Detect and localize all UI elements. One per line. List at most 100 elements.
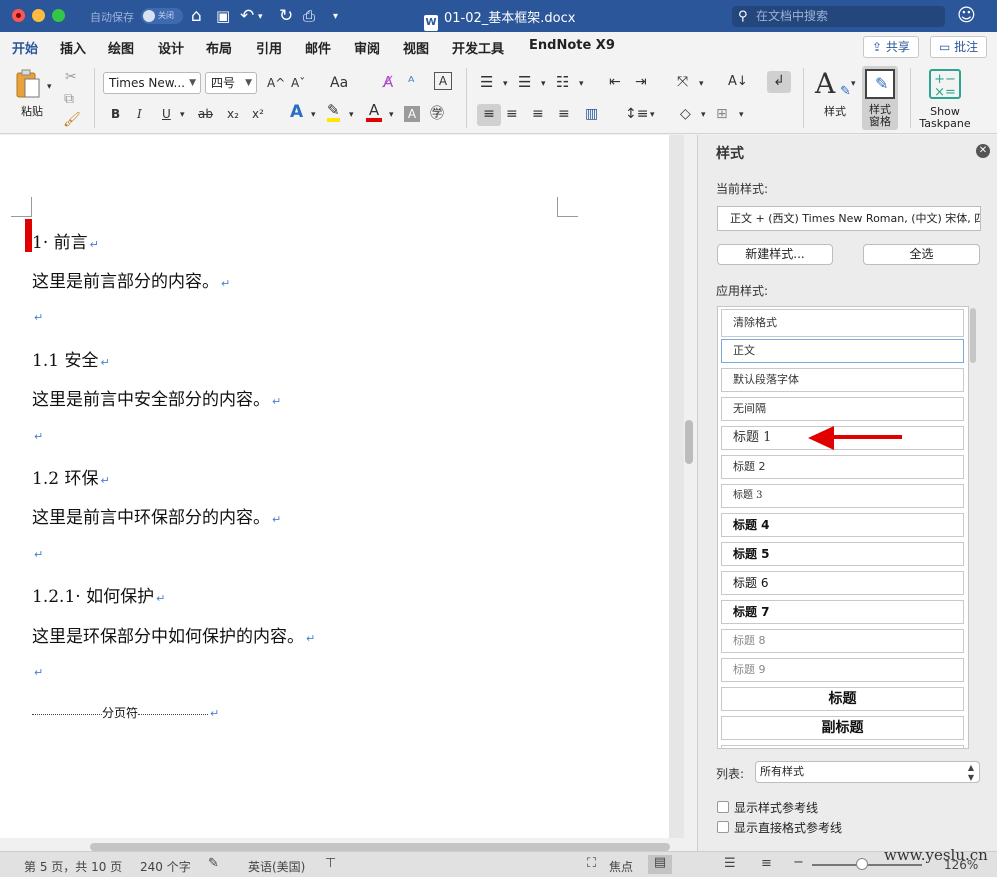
- numbering-dropdown-icon[interactable]: ▾: [541, 74, 546, 94]
- increase-indent-icon[interactable]: ⇥: [635, 72, 647, 92]
- highlight-icon[interactable]: ✎: [327, 102, 340, 122]
- print-icon[interactable]: ⎙: [303, 5, 315, 27]
- search-input[interactable]: ⚲ 在文档中搜索: [732, 6, 945, 27]
- underline-dropdown-icon[interactable]: ▾: [180, 105, 185, 125]
- comments-button[interactable]: ▭ 批注: [930, 36, 988, 58]
- distributed-icon[interactable]: ▥: [585, 104, 598, 124]
- heading-3-paragraph[interactable]: 1.2.1· 如何保护 ↵: [32, 582, 165, 607]
- style-title[interactable]: 标题: [721, 687, 964, 711]
- shading-dropdown-icon[interactable]: ▾: [701, 105, 706, 125]
- bold-button[interactable]: B: [111, 104, 120, 124]
- zoom-slider-thumb[interactable]: [856, 858, 868, 870]
- focus-icon[interactable]: ⛶: [587, 856, 596, 871]
- page-count[interactable]: 第 5 页，共 10 页: [24, 858, 122, 875]
- zoom-slider[interactable]: [812, 858, 922, 870]
- style-default-paragraph-font[interactable]: 默认段落字体: [721, 368, 964, 392]
- tab-home[interactable]: 开始: [12, 38, 39, 63]
- style-normal[interactable]: 正文: [721, 339, 964, 363]
- font-size-select[interactable]: 四号 ▼: [205, 72, 257, 94]
- font-color-dropdown-icon[interactable]: ▾: [389, 105, 394, 125]
- body-paragraph[interactable]: 这里是前言中安全部分的内容。 ↵: [32, 385, 281, 410]
- line-spacing-icon[interactable]: ↕≡: [625, 104, 648, 124]
- list-filter-select[interactable]: 所有样式 ▲ ▼: [755, 761, 980, 783]
- style-heading-4[interactable]: 标题 4: [721, 513, 964, 537]
- page-break[interactable]: 分页符 ↵: [32, 704, 219, 721]
- character-border-icon[interactable]: A: [434, 72, 452, 90]
- multilevel-dropdown-icon[interactable]: ▾: [579, 74, 584, 94]
- new-style-button[interactable]: 新建样式...: [717, 244, 833, 265]
- justify-icon[interactable]: ≡: [558, 104, 570, 124]
- enclose-characters-icon[interactable]: ㊫: [430, 104, 444, 124]
- italic-button[interactable]: I: [137, 104, 142, 124]
- format-painter-icon[interactable]: 🖌: [63, 110, 81, 130]
- bullets-dropdown-icon[interactable]: ▾: [503, 74, 508, 94]
- empty-paragraph[interactable]: ↵: [32, 661, 43, 681]
- decrease-indent-icon[interactable]: ⇤: [609, 72, 621, 92]
- style-heading-6[interactable]: 标题 6: [721, 571, 964, 595]
- character-shading-icon[interactable]: A: [404, 106, 420, 122]
- tab-developer[interactable]: 开发工具: [452, 38, 504, 57]
- tab-design[interactable]: 设计: [158, 38, 184, 57]
- redo-icon[interactable]: ↻: [279, 5, 293, 27]
- show-direct-formatting-guides-checkbox[interactable]: [717, 821, 729, 833]
- body-paragraph[interactable]: 这里是前言部分的内容。 ↵: [32, 267, 230, 292]
- paste-dropdown-icon[interactable]: ▾: [47, 77, 52, 97]
- show-style-guides-checkbox[interactable]: [717, 801, 729, 813]
- tab-references[interactable]: 引用: [256, 38, 282, 57]
- tab-layout[interactable]: 布局: [206, 38, 232, 57]
- undo-dropdown-icon[interactable]: ▾: [258, 6, 263, 28]
- select-all-button[interactable]: 全选: [863, 244, 980, 265]
- heading-1-paragraph[interactable]: 1· 前言 ↵: [32, 228, 99, 253]
- close-window-button[interactable]: [12, 9, 25, 22]
- tab-view[interactable]: 视图: [403, 38, 429, 57]
- minimize-window-button[interactable]: [32, 9, 45, 22]
- text-direction-icon[interactable]: ⤧: [677, 72, 688, 92]
- styles-gallery-icon[interactable]: A: [815, 68, 835, 100]
- save-icon[interactable]: ▣: [216, 5, 230, 27]
- copy-icon[interactable]: ⧉: [64, 89, 74, 109]
- document-vertical-scrollbar[interactable]: [685, 420, 693, 464]
- font-name-select[interactable]: Times New... ▼: [103, 72, 201, 94]
- shrink-font-button[interactable]: Aˇ: [291, 73, 305, 93]
- sort-icon[interactable]: A↓: [728, 72, 748, 92]
- grow-font-button[interactable]: A^: [267, 73, 285, 93]
- clear-formatting-icon[interactable]: A̸: [383, 72, 393, 92]
- style-heading-3[interactable]: 标题 3: [721, 484, 964, 508]
- tab-mailings[interactable]: 邮件: [305, 38, 331, 57]
- proofing-icon[interactable]: ✎: [208, 856, 219, 871]
- body-paragraph[interactable]: 这里是环保部分中如何保护的内容。 ↵: [32, 622, 315, 647]
- underline-button[interactable]: U: [162, 104, 171, 124]
- tab-draw[interactable]: 绘图: [108, 38, 134, 57]
- style-heading-9[interactable]: 标题 9: [721, 658, 964, 682]
- align-center-icon[interactable]: ≡: [506, 104, 518, 124]
- autosave-toggle[interactable]: 关闭: [141, 8, 183, 24]
- cut-icon[interactable]: ✂: [65, 67, 77, 87]
- undo-icon[interactable]: ↶: [240, 5, 254, 27]
- focus-label[interactable]: 焦点: [609, 858, 633, 875]
- paste-button[interactable]: [15, 68, 43, 100]
- style-clear-formatting[interactable]: 清除格式: [721, 309, 964, 337]
- home-icon[interactable]: ⌂: [191, 5, 202, 27]
- numbering-icon[interactable]: ☰: [518, 72, 531, 92]
- style-list-scrollbar[interactable]: [970, 308, 976, 363]
- track-changes-icon[interactable]: ⊤: [325, 856, 336, 871]
- highlight-dropdown-icon[interactable]: ▾: [349, 105, 354, 125]
- customize-toolbar-icon[interactable]: ▾: [333, 6, 338, 28]
- body-paragraph[interactable]: 这里是前言中环保部分的内容。 ↵: [32, 503, 281, 528]
- tab-insert[interactable]: 插入: [60, 38, 86, 57]
- show-taskpane-label-line2[interactable]: Taskpane: [918, 118, 972, 130]
- line-spacing-dropdown-icon[interactable]: ▾: [650, 105, 655, 125]
- draft-view-icon[interactable]: ≡: [761, 856, 772, 871]
- borders-dropdown-icon[interactable]: ▾: [739, 105, 744, 125]
- language[interactable]: 英语(美国): [248, 858, 305, 875]
- bullets-icon[interactable]: ☰: [480, 72, 493, 92]
- subscript-button[interactable]: x₂: [227, 104, 239, 124]
- document-horizontal-scrollbar[interactable]: [90, 843, 670, 851]
- text-direction-dropdown-icon[interactable]: ▾: [699, 74, 704, 94]
- style-heading-8[interactable]: 标题 8: [721, 629, 964, 653]
- phonetic-guide-icon[interactable]: ᴬ: [408, 72, 414, 92]
- zoom-out-icon[interactable]: −: [793, 855, 804, 870]
- shading-icon[interactable]: ◇: [680, 104, 691, 124]
- borders-icon[interactable]: ⊞: [716, 104, 728, 124]
- tab-review[interactable]: 审阅: [354, 38, 380, 57]
